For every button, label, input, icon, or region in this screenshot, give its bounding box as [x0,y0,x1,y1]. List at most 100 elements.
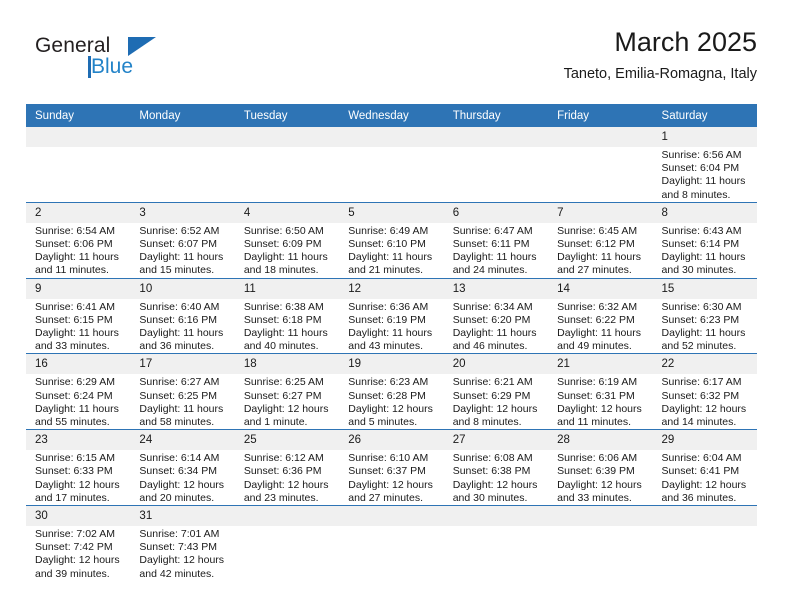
calendar-header-row: Sunday Monday Tuesday Wednesday Thursday… [26,104,757,127]
daylight-text-line2: and 11 minutes. [557,416,632,429]
sun-info: Sunrise: 6:43 AM Sunset: 6:14 PM Daylight:… [653,223,757,278]
calendar-day-cell[interactable]: 7 Sunrise: 6:45 AM Sunset: 6:12 PM Daylight… [548,201,653,279]
calendar-day-cell[interactable]: 23 Sunrise: 6:15 AM Sunset: 6:33 PM Dayligh… [26,429,131,506]
calendar-day-cell[interactable]: 17 Sunrise: 6:27 AM Sunset: 6:25 PM Dayligh… [130,353,235,430]
day-number [652,506,757,527]
calendar-cell-inner: 12 Sunrise: 6:36 AM Sunset: 6:19 PM Dayligh… [339,278,444,354]
calendar-day-cell[interactable]: 10 Sunrise: 6:40 AM Sunset: 6:16 PM Dayligh… [130,277,235,354]
calendar-day-cell[interactable]: 26 Sunrise: 6:10 AM Sunset: 6:37 PM Dayligh… [339,429,444,506]
calendar-day-cell[interactable]: 28 Sunrise: 6:06 AM Sunset: 6:39 PM Dayligh… [548,429,653,506]
page-subtitle: Taneto, Emilia-Romagna, Italy [563,66,757,82]
daylight-text-line2: and 30 minutes. [452,491,528,504]
day-number: 31 [130,506,235,527]
calendar-week-row: 23 Sunrise: 6:15 AM Sunset: 6:33 PM Dayligh… [26,429,757,506]
day-number: 19 [339,354,444,375]
calendar-day-cell[interactable]: 9 Sunrise: 6:41 AM Sunset: 6:15 PM Daylight… [26,277,131,354]
day-number: 2 [26,202,131,223]
calendar-cell-inner: 3 Sunrise: 6:52 AM Sunset: 6:07 PM Daylight… [130,202,235,278]
daylight-text-line2: and 23 minutes. [243,491,319,504]
calendar-cell-inner: 14 Sunrise: 6:32 AM Sunset: 6:22 PM Dayligh… [548,278,653,354]
calendar-day-cell[interactable]: 25 Sunrise: 6:12 AM Sunset: 6:36 PM Dayligh… [234,429,340,506]
calendar-day-cell[interactable]: 4 Sunrise: 6:50 AM Sunset: 6:09 PM Daylight… [234,201,340,279]
calendar-day-cell[interactable]: 5 Sunrise: 6:49 AM Sunset: 6:10 PM Daylight… [339,201,444,279]
sun-info: Sunrise: 6:08 AM Sunset: 6:38 PM Daylight:… [444,450,548,505]
calendar-cell-inner: 16 Sunrise: 6:29 AM Sunset: 6:24 PM Dayligh… [26,354,131,429]
calendar-day-cell[interactable]: 18 Sunrise: 6:25 AM Sunset: 6:27 PM Dayligh… [234,353,340,430]
weekday-header-monday: Monday [130,104,235,127]
sun-info: Sunrise: 6:27 AM Sunset: 6:25 PM Daylight:… [130,374,234,429]
calendar-day-cell[interactable]: 19 Sunrise: 6:23 AM Sunset: 6:28 PM Dayligh… [339,353,444,430]
calendar-day-cell[interactable]: 15 Sunrise: 6:30 AM Sunset: 6:23 PM Dayligh… [652,277,757,354]
sunrise-text: Sunrise: 6:06 AM [557,452,638,465]
calendar-cell-inner: 31 Sunrise: 7:01 AM Sunset: 7:43 PM Dayligh… [130,506,235,581]
calendar-day-cell[interactable]: 20 Sunrise: 6:21 AM Sunset: 6:29 PM Dayligh… [443,353,549,430]
calendar-day-cell[interactable]: 30 Sunrise: 7:02 AM Sunset: 7:42 PM Dayligh… [26,505,131,581]
daylight-text-line2: and 15 minutes. [139,264,215,277]
calendar-day-cell[interactable]: 3 Sunrise: 6:52 AM Sunset: 6:07 PM Daylight… [130,201,235,279]
sun-info: Sunrise: 6:34 AM Sunset: 6:20 PM Daylight:… [444,299,548,354]
daylight-text-line1: Daylight: 11 hours [35,327,119,340]
sunrise-text: Sunrise: 6:19 AM [557,376,638,389]
sunrise-text: Sunrise: 6:52 AM [139,224,220,237]
calendar-day-cell[interactable]: 14 Sunrise: 6:32 AM Sunset: 6:22 PM Dayligh… [548,277,653,354]
calendar-cell-empty [339,505,444,581]
sun-info: Sunrise: 6:15 AM Sunset: 6:33 PM Daylight:… [26,450,130,505]
sunset-text: Sunset: 6:10 PM [348,238,426,251]
weekday-header-saturday: Saturday [652,104,757,127]
calendar-cell-inner: 6 Sunrise: 6:47 AM Sunset: 6:11 PM Daylight… [443,202,549,278]
calendar-day-cell[interactable]: 8 Sunrise: 6:43 AM Sunset: 6:14 PM Daylight… [652,201,757,279]
sunrise-text: Sunrise: 6:30 AM [661,300,742,313]
day-number: 18 [234,354,340,375]
calendar-cell-inner [548,506,653,581]
sunrise-text: Sunrise: 6:25 AM [243,376,324,389]
calendar-cell-inner [234,127,340,202]
sun-info: Sunrise: 6:14 AM Sunset: 6:34 PM Daylight:… [130,450,234,505]
sunset-text: Sunset: 7:43 PM [139,541,218,554]
title-block: March 2025 Taneto, Emilia-Romagna, Italy [564,26,757,84]
calendar-day-cell[interactable]: 31 Sunrise: 7:01 AM Sunset: 7:43 PM Dayligh… [130,505,235,581]
calendar-day-cell[interactable]: 27 Sunrise: 6:08 AM Sunset: 6:38 PM Dayligh… [443,429,549,506]
calendar-day-cell[interactable]: 22 Sunrise: 6:17 AM Sunset: 6:32 PM Dayligh… [652,353,757,430]
sunset-text: Sunset: 6:09 PM [243,238,322,251]
calendar-day-cell[interactable]: 1 Sunrise: 6:56 AM Sunset: 6:04 PM Daylight… [652,127,757,202]
sunrise-text: Sunrise: 6:45 AM [557,224,638,237]
calendar-day-cell[interactable]: 12 Sunrise: 6:36 AM Sunset: 6:19 PM Dayligh… [339,277,444,354]
calendar-day-cell[interactable]: 16 Sunrise: 6:29 AM Sunset: 6:24 PM Dayligh… [26,353,131,430]
day-number: 23 [26,430,131,451]
daylight-text-line1: Daylight: 12 hours [452,402,538,415]
calendar-day-cell[interactable]: 29 Sunrise: 6:04 AM Sunset: 6:41 PM Dayligh… [652,429,757,506]
sunrise-text: Sunrise: 6:47 AM [452,224,533,237]
calendar-cell-inner [234,506,340,581]
calendar-day-cell[interactable]: 24 Sunrise: 6:14 AM Sunset: 6:34 PM Dayligh… [130,429,235,506]
daylight-text-line2: and 17 minutes. [35,491,110,504]
sunset-text: Sunset: 6:16 PM [139,313,218,326]
sunset-text: Sunset: 6:23 PM [661,313,740,326]
calendar-day-cell[interactable]: 2 Sunrise: 6:54 AM Sunset: 6:06 PM Daylight… [26,201,131,279]
page-title: March 2025 [614,27,757,57]
calendar-day-cell[interactable]: 21 Sunrise: 6:19 AM Sunset: 6:31 PM Dayligh… [548,353,653,430]
daylight-text-line1: Daylight: 11 hours [243,327,328,340]
sun-info: Sunrise: 6:10 AM Sunset: 6:37 PM Daylight:… [339,450,443,505]
sun-info: Sunrise: 6:29 AM Sunset: 6:24 PM Daylight:… [26,374,130,429]
calendar-day-cell[interactable]: 6 Sunrise: 6:47 AM Sunset: 6:11 PM Daylight… [443,201,549,279]
sun-info: Sunrise: 6:54 AM Sunset: 6:06 PM Daylight:… [26,223,130,278]
sun-info: Sunrise: 6:23 AM Sunset: 6:28 PM Daylight:… [339,374,443,429]
calendar-day-cell[interactable]: 11 Sunrise: 6:38 AM Sunset: 6:18 PM Dayligh… [234,277,340,354]
calendar-cell-inner [339,506,444,581]
sunrise-text: Sunrise: 6:56 AM [661,149,742,161]
general-blue-logo[interactable]: General Blue [35,34,235,90]
sun-info: Sunrise: 6:52 AM Sunset: 6:07 PM Daylight:… [130,223,234,278]
day-number: 26 [339,430,444,451]
daylight-text-line1: Daylight: 11 hours [557,327,641,340]
calendar-body: 1 Sunrise: 6:56 AM Sunset: 6:04 PM Daylight… [26,127,757,581]
calendar-cell-inner: 26 Sunrise: 6:10 AM Sunset: 6:37 PM Dayligh… [339,430,444,505]
sunrise-text: Sunrise: 6:38 AM [243,300,324,313]
sunrise-text: Sunrise: 6:40 AM [139,300,220,313]
calendar-cell-empty [443,127,549,202]
daylight-text-line2: and 8 minutes. [452,416,522,429]
day-number: 13 [443,278,549,299]
day-number [339,127,444,147]
day-number [234,506,340,527]
calendar-day-cell[interactable]: 13 Sunrise: 6:34 AM Sunset: 6:20 PM Dayligh… [443,277,549,354]
calendar-week-row: 1 Sunrise: 6:56 AM Sunset: 6:04 PM Daylight… [26,127,757,202]
